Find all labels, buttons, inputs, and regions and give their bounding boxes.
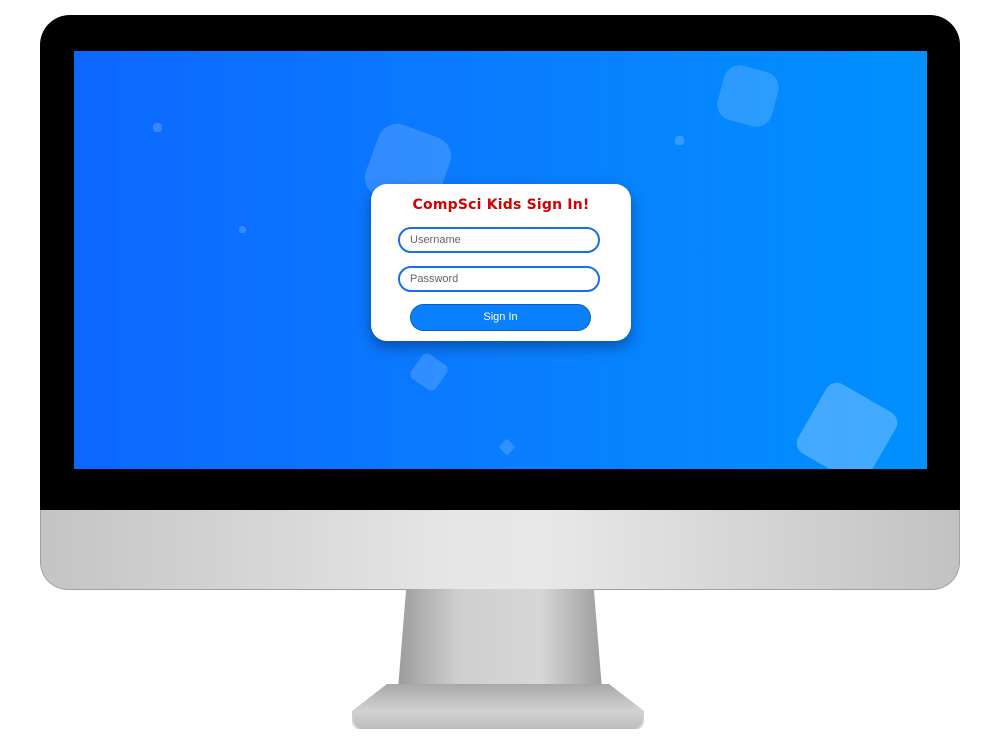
- monitor-stand-base: [352, 684, 644, 729]
- username-field[interactable]: [398, 227, 600, 253]
- background-shape: [792, 378, 902, 469]
- sign-in-card: CompSci Kids Sign In! Sign In: [371, 184, 631, 341]
- background-dot: [675, 136, 684, 145]
- sign-in-button[interactable]: Sign In: [410, 304, 591, 331]
- monitor-stand-neck: [398, 589, 602, 689]
- password-field[interactable]: [398, 266, 600, 292]
- background-dot: [153, 123, 162, 132]
- background-dot: [239, 226, 246, 233]
- monitor-chin: [40, 510, 960, 590]
- background-shape: [713, 61, 783, 131]
- background-shape: [408, 351, 450, 393]
- sign-in-title: CompSci Kids Sign In!: [412, 197, 590, 213]
- background-shape: [498, 438, 516, 456]
- monitor-screen: CompSci Kids Sign In! Sign In: [74, 51, 927, 469]
